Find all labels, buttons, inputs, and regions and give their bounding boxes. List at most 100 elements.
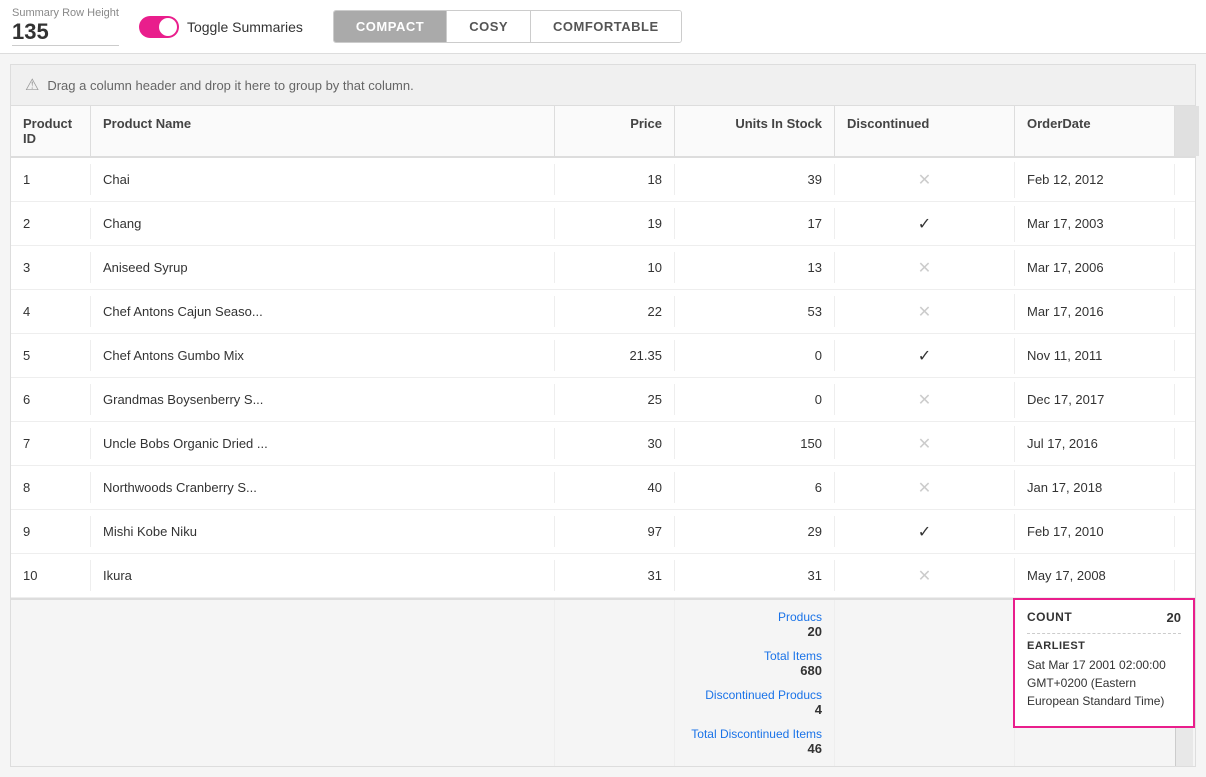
row-height-label: Summary Row Height <box>12 7 119 19</box>
toggle-label: Toggle Summaries <box>187 19 303 35</box>
cell-product-name: Mishi Kobe Niku <box>91 516 555 547</box>
grid-container: ⚠ Drag a column header and drop it here … <box>10 64 1196 767</box>
cell-units: 150 <box>675 428 835 459</box>
cell-product-name: Chang <box>91 208 555 239</box>
cell-units: 29 <box>675 516 835 547</box>
cell-price: 22 <box>555 296 675 327</box>
popup-count-label: COUNT <box>1027 610 1072 625</box>
drag-icon: ⚠ <box>25 75 39 95</box>
toggle-switch[interactable] <box>139 16 179 38</box>
x-icon: ✕ <box>918 566 931 586</box>
header-scrollbar-placeholder <box>1175 106 1199 156</box>
header-units-in-stock: Units In Stock <box>675 106 835 156</box>
table-row: 2 Chang 19 17 ✓ Mar 17, 2003 <box>11 202 1195 246</box>
footer-summary-item: Total Discontinued Items 46 <box>691 727 822 756</box>
summary-label[interactable]: Producs <box>778 610 822 624</box>
table-row: 3 Aniseed Syrup 10 13 ✕ Mar 17, 2006 <box>11 246 1195 290</box>
group-drop-zone[interactable]: ⚠ Drag a column header and drop it here … <box>11 65 1195 106</box>
x-icon: ✕ <box>918 170 931 190</box>
top-bar: Summary Row Height 135 Toggle Summaries … <box>0 0 1206 54</box>
cell-product-name: Ikura <box>91 560 555 591</box>
x-icon: ✕ <box>918 390 931 410</box>
cell-discontinued: ✕ <box>835 426 1015 462</box>
summary-popup: COUNT 20 EARLIEST Sat Mar 17 2001 02:00:… <box>1013 598 1195 728</box>
summary-value: 4 <box>815 702 822 717</box>
row-height-section: Summary Row Height 135 <box>12 7 119 46</box>
cell-date: Jan 17, 2018 <box>1015 472 1175 503</box>
footer-summary-item: Total Items 680 <box>764 649 822 678</box>
table-row: 8 Northwoods Cranberry S... 40 6 ✕ Jan 1… <box>11 466 1195 510</box>
cell-units: 53 <box>675 296 835 327</box>
cell-price: 97 <box>555 516 675 547</box>
cell-discontinued: ✕ <box>835 382 1015 418</box>
toggle-section: Toggle Summaries <box>139 16 303 38</box>
cell-date: Mar 17, 2006 <box>1015 252 1175 283</box>
table-row: 6 Grandmas Boysenberry S... 25 0 ✕ Dec 1… <box>11 378 1195 422</box>
header-order-date: OrderDate <box>1015 106 1175 156</box>
cell-discontinued: ✓ <box>835 338 1015 374</box>
group-drop-text: Drag a column header and drop it here to… <box>47 78 413 93</box>
cell-date: Mar 17, 2003 <box>1015 208 1175 239</box>
cell-price: 10 <box>555 252 675 283</box>
summary-value: 20 <box>808 624 822 639</box>
summary-value: 680 <box>800 663 822 678</box>
x-icon: ✕ <box>918 478 931 498</box>
x-icon: ✕ <box>918 302 931 322</box>
cell-date: Nov 11, 2011 <box>1015 340 1175 371</box>
cell-price: 18 <box>555 164 675 195</box>
cell-date: Feb 17, 2010 <box>1015 516 1175 547</box>
cell-discontinued: ✓ <box>835 514 1015 550</box>
cell-units: 6 <box>675 472 835 503</box>
popup-count-value: 20 <box>1167 610 1181 625</box>
grid-footer: Producs 20 Total Items 680 Discontinued … <box>11 598 1195 766</box>
cell-product-id: 10 <box>11 560 91 591</box>
view-comfortable-button[interactable]: COMFORTABLE <box>531 11 681 42</box>
table-row: 4 Chef Antons Cajun Seaso... 22 53 ✕ Mar… <box>11 290 1195 334</box>
x-icon: ✕ <box>918 258 931 278</box>
cell-product-name: Chai <box>91 164 555 195</box>
summary-label[interactable]: Discontinued Producs <box>705 688 822 702</box>
summary-label[interactable]: Total Discontinued Items <box>691 727 822 741</box>
popup-earliest-label: EARLIEST <box>1027 640 1181 652</box>
cell-units: 39 <box>675 164 835 195</box>
cell-product-name: Aniseed Syrup <box>91 252 555 283</box>
header-price: Price <box>555 106 675 156</box>
cell-date: Mar 17, 2016 <box>1015 296 1175 327</box>
cell-discontinued: ✓ <box>835 206 1015 242</box>
cell-units: 0 <box>675 340 835 371</box>
check-icon: ✓ <box>918 522 931 542</box>
view-compact-button[interactable]: COMPACT <box>334 11 447 42</box>
cell-date: Feb 12, 2012 <box>1015 164 1175 195</box>
cell-product-id: 9 <box>11 516 91 547</box>
footer-summary-item: Producs 20 <box>778 610 822 639</box>
popup-earliest-value: Sat Mar 17 2001 02:00:00 GMT+0200 (Easte… <box>1027 656 1181 710</box>
summary-label[interactable]: Total Items <box>764 649 822 663</box>
view-cosy-button[interactable]: COSY <box>447 11 531 42</box>
table-row: 1 Chai 18 39 ✕ Feb 12, 2012 <box>11 158 1195 202</box>
x-icon: ✕ <box>918 434 931 454</box>
cell-units: 31 <box>675 560 835 591</box>
cell-price: 19 <box>555 208 675 239</box>
table-row: 5 Chef Antons Gumbo Mix 21.35 0 ✓ Nov 11… <box>11 334 1195 378</box>
table-row: 7 Uncle Bobs Organic Dried ... 30 150 ✕ … <box>11 422 1195 466</box>
cell-product-name: Uncle Bobs Organic Dried ... <box>91 428 555 459</box>
cell-discontinued: ✕ <box>835 470 1015 506</box>
check-icon: ✓ <box>918 346 931 366</box>
table-row: 9 Mishi Kobe Niku 97 29 ✓ Feb 17, 2010 <box>11 510 1195 554</box>
footer-disc-col <box>835 600 1015 766</box>
cell-product-id: 1 <box>11 164 91 195</box>
table-row: 10 Ikura 31 31 ✕ May 17, 2008 <box>11 554 1195 598</box>
cell-date: May 17, 2008 <box>1015 560 1175 591</box>
cell-units: 17 <box>675 208 835 239</box>
cell-product-id: 3 <box>11 252 91 283</box>
cell-price: 31 <box>555 560 675 591</box>
row-height-value: 135 <box>12 19 119 46</box>
footer-summaries-price <box>555 600 675 766</box>
cell-date: Dec 17, 2017 <box>1015 384 1175 415</box>
cell-product-id: 8 <box>11 472 91 503</box>
cell-product-id: 4 <box>11 296 91 327</box>
cell-price: 30 <box>555 428 675 459</box>
grid-header: Product ID Product Name Price Units In S… <box>11 106 1195 158</box>
cell-date: Jul 17, 2016 <box>1015 428 1175 459</box>
grid-body: 1 Chai 18 39 ✕ Feb 12, 2012 2 Chang 19 1… <box>11 158 1195 598</box>
